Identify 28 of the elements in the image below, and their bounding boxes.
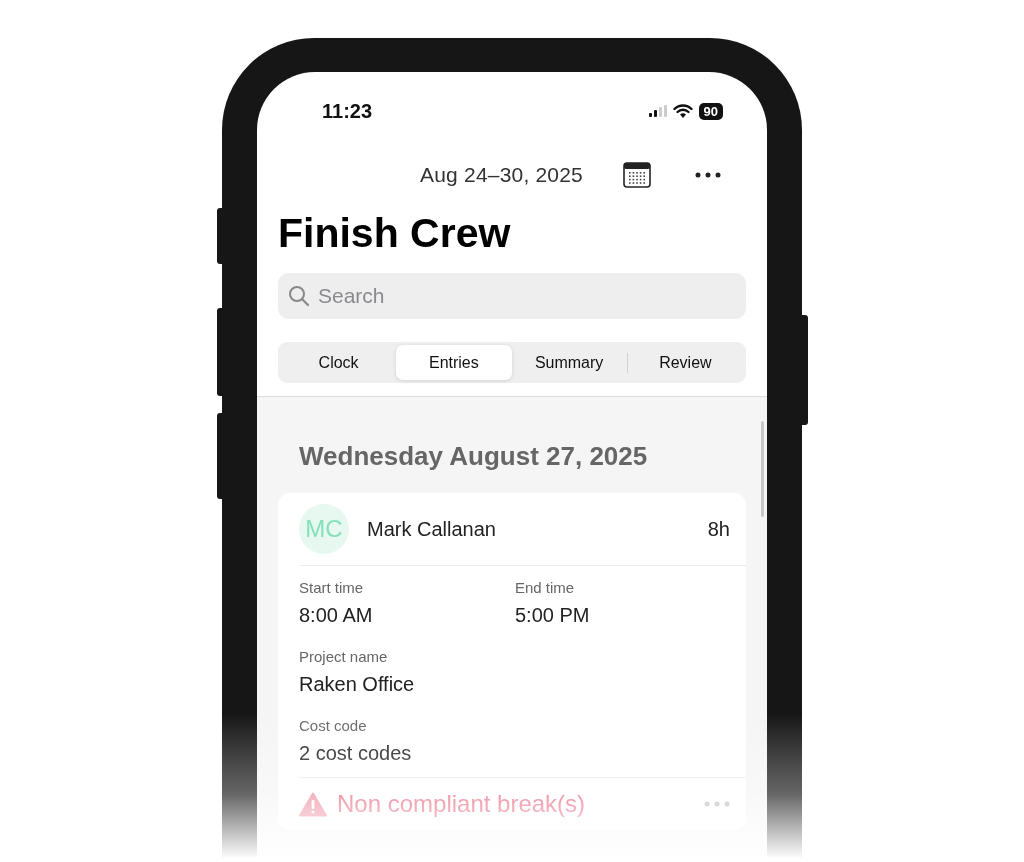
field-value: 2 cost codes <box>299 741 413 766</box>
entry-card[interactable]: MC Mark Callanan 8h Start time 8:00 AM End time 5:00 PM Project name Raken Office Cost code 2 cost codes Non compliant break(s) <box>278 493 746 830</box>
more-icon[interactable] <box>695 172 721 178</box>
warning-text: Non compliant break(s) <box>337 790 587 818</box>
tab[interactable]: Summary <box>511 345 627 380</box>
date-range[interactable]: Aug 24–30, 2025 <box>420 163 583 187</box>
field-label: End time <box>515 578 576 597</box>
day-heading: Wednesday August 27, 2025 <box>299 440 649 473</box>
field-value: 8:00 AM <box>299 603 374 628</box>
field-label: Start time <box>299 578 365 597</box>
field-value: Raken Office <box>299 672 416 697</box>
hours-total: 8h <box>707 517 730 541</box>
tab[interactable]: Review <box>627 345 743 380</box>
signal-icon <box>648 105 667 117</box>
avatar: MC <box>299 504 349 554</box>
field-label: Project name <box>299 647 389 666</box>
search-field[interactable]: Search <box>278 273 746 319</box>
field-value: 5:00 PM <box>515 603 591 628</box>
battery-indicator: 90 <box>698 102 723 120</box>
tab[interactable]: Clock <box>281 345 397 380</box>
tab[interactable]: Entries <box>396 345 512 380</box>
warning-icon <box>299 791 327 817</box>
wifi-icon <box>672 104 693 118</box>
page-title: Finish Crew <box>278 209 512 258</box>
calendar-icon[interactable] <box>623 162 651 188</box>
clock-time: 11:23 <box>322 99 373 123</box>
field-label: Cost code <box>299 716 368 735</box>
employee-name: Mark Callanan <box>367 517 497 541</box>
